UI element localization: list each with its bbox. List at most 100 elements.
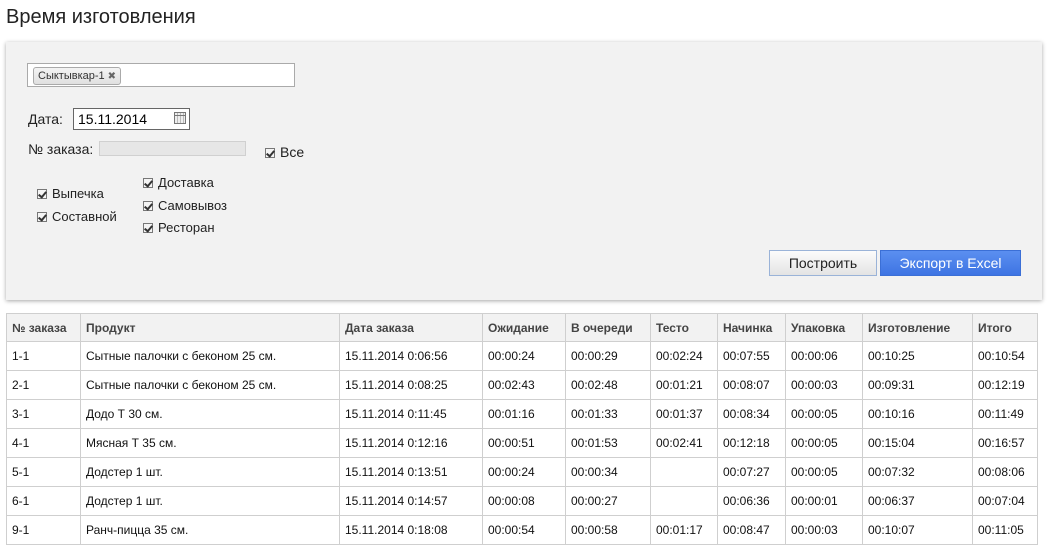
report-table: № заказа Продукт Дата заказа Ожидание В … <box>6 313 1038 545</box>
store-tag-label: Сыктывкар-1 <box>38 70 105 82</box>
table-cell: Додстер 1 шт. <box>80 457 340 487</box>
date-field[interactable]: 15.11.2014 <box>73 108 190 130</box>
table-cell: 00:10:25 <box>862 341 973 371</box>
column-header[interactable]: Начинка <box>717 313 786 342</box>
table-cell: 00:08:07 <box>717 370 786 400</box>
table-cell: 00:06:36 <box>717 486 786 516</box>
table-cell: 00:00:05 <box>785 457 863 487</box>
column-header[interactable]: Итого <box>972 313 1038 342</box>
table-cell: 00:00:54 <box>482 515 566 545</box>
checkbox-checked-icon <box>37 212 47 222</box>
table-cell: 9-1 <box>6 515 81 545</box>
table-cell: 00:02:48 <box>565 370 651 400</box>
table-cell: 15.11.2014 0:06:56 <box>339 341 483 371</box>
table-cell: Додстер 1 шт. <box>80 486 340 516</box>
table-cell: 00:07:27 <box>717 457 786 487</box>
table-cell: 15.11.2014 0:18:08 <box>339 515 483 545</box>
table-row: 4-1 Мясная Т 35 см. 15.11.2014 0:12:16 0… <box>6 428 1038 458</box>
table-cell: 00:08:47 <box>717 515 786 545</box>
all-orders-checkbox[interactable]: Все <box>265 145 304 159</box>
table-cell: 00:06:37 <box>862 486 973 516</box>
checkbox-checked-icon <box>37 189 47 199</box>
column-header[interactable]: В очереди <box>565 313 651 342</box>
table-cell: 1-1 <box>6 341 81 371</box>
checkbox-pickup[interactable]: Самовывоз <box>143 199 227 213</box>
calendar-icon[interactable] <box>174 112 186 124</box>
table-row: 5-1 Додстер 1 шт. 15.11.2014 0:13:51 00:… <box>6 457 1038 487</box>
table-cell: 00:07:55 <box>717 341 786 371</box>
table-cell: 00:00:58 <box>565 515 651 545</box>
table-row: 6-1 Додстер 1 шт. 15.11.2014 0:14:57 00:… <box>6 486 1038 516</box>
table-cell: 00:00:03 <box>785 370 863 400</box>
store-tag: Сыктывкар-1 ✖ <box>33 67 122 85</box>
table-cell: 00:09:31 <box>862 370 973 400</box>
table-row: 2-1 Сытные палочки с беконом 25 см. 15.1… <box>6 370 1038 400</box>
table-cell: 15.11.2014 0:14:57 <box>339 486 483 516</box>
column-header[interactable]: Продукт <box>80 313 340 342</box>
table-cell: 00:10:07 <box>862 515 973 545</box>
table-cell: Ранч-пицца 35 см. <box>80 515 340 545</box>
table-cell: 00:07:04 <box>972 486 1038 516</box>
column-header[interactable]: № заказа <box>6 313 81 342</box>
table-cell: 4-1 <box>6 428 81 458</box>
store-multiselect[interactable]: Сыктывкар-1 ✖ <box>27 63 295 87</box>
table-cell: 00:01:33 <box>565 399 651 429</box>
table-header-row: № заказа Продукт Дата заказа Ожидание В … <box>6 313 1038 342</box>
table-cell: 00:12:19 <box>972 370 1038 400</box>
checkbox-vypechka[interactable]: Выпечка <box>37 187 104 201</box>
table-row: 3-1 Додо Т 30 см. 15.11.2014 0:11:45 00:… <box>6 399 1038 429</box>
order-number-label: № заказа: <box>28 141 94 157</box>
table-cell <box>650 486 718 516</box>
column-header[interactable]: Дата заказа <box>339 313 483 342</box>
table-cell: 00:08:06 <box>972 457 1038 487</box>
export-excel-button[interactable]: Экспорт в Excel <box>880 250 1021 276</box>
remove-tag-icon[interactable]: ✖ <box>108 69 116 85</box>
table-cell: 00:00:08 <box>482 486 566 516</box>
table-cell: 6-1 <box>6 486 81 516</box>
column-header[interactable]: Тесто <box>650 313 718 342</box>
table-cell: 00:16:57 <box>972 428 1038 458</box>
build-button[interactable]: Построить <box>769 250 877 276</box>
checkbox-checked-icon <box>143 223 153 233</box>
table-row: 9-1 Ранч-пицца 35 см. 15.11.2014 0:18:08… <box>6 515 1038 545</box>
table-cell: 00:10:16 <box>862 399 973 429</box>
table-cell: 00:01:53 <box>565 428 651 458</box>
table-cell: 00:00:24 <box>482 341 566 371</box>
checkbox-label: Выпечка <box>52 186 104 201</box>
table-cell: 00:00:03 <box>785 515 863 545</box>
column-header[interactable]: Изготовление <box>862 313 973 342</box>
table-cell <box>650 457 718 487</box>
table-cell: Мясная Т 35 см. <box>80 428 340 458</box>
table-cell: 00:10:54 <box>972 341 1038 371</box>
checkbox-label: Доставка <box>158 175 214 190</box>
checkbox-label: Самовывоз <box>158 198 227 213</box>
table-cell: 00:11:49 <box>972 399 1038 429</box>
checkbox-label: Ресторан <box>158 220 215 235</box>
checkbox-sostavnoy[interactable]: Составной <box>37 210 117 224</box>
table-cell: 00:00:05 <box>785 428 863 458</box>
checkbox-checked-icon <box>143 201 153 211</box>
table-cell: 00:00:06 <box>785 341 863 371</box>
table-cell: 15.11.2014 0:08:25 <box>339 370 483 400</box>
table-cell: 00:11:05 <box>972 515 1038 545</box>
table-cell: 00:01:21 <box>650 370 718 400</box>
table-cell: 15.11.2014 0:12:16 <box>339 428 483 458</box>
order-number-field[interactable] <box>99 141 246 156</box>
table-cell: 5-1 <box>6 457 81 487</box>
column-header[interactable]: Упаковка <box>785 313 863 342</box>
table-cell: 00:00:29 <box>565 341 651 371</box>
filter-panel: Сыктывкар-1 ✖ Дата: 15.11.2014 № заказа: … <box>6 42 1042 300</box>
table-cell: 15.11.2014 0:11:45 <box>339 399 483 429</box>
checkbox-delivery[interactable]: Доставка <box>143 176 214 190</box>
date-value: 15.11.2014 <box>78 111 148 127</box>
table-cell: Сытные палочки с беконом 25 см. <box>80 370 340 400</box>
table-cell: 00:00:24 <box>482 457 566 487</box>
table-cell: 00:07:32 <box>862 457 973 487</box>
table-cell: 15.11.2014 0:13:51 <box>339 457 483 487</box>
table-cell: Додо Т 30 см. <box>80 399 340 429</box>
checkbox-restaurant[interactable]: Ресторан <box>143 221 215 235</box>
table-cell: 00:01:16 <box>482 399 566 429</box>
column-header[interactable]: Ожидание <box>482 313 566 342</box>
table-cell: 00:02:24 <box>650 341 718 371</box>
table-cell: 00:00:27 <box>565 486 651 516</box>
